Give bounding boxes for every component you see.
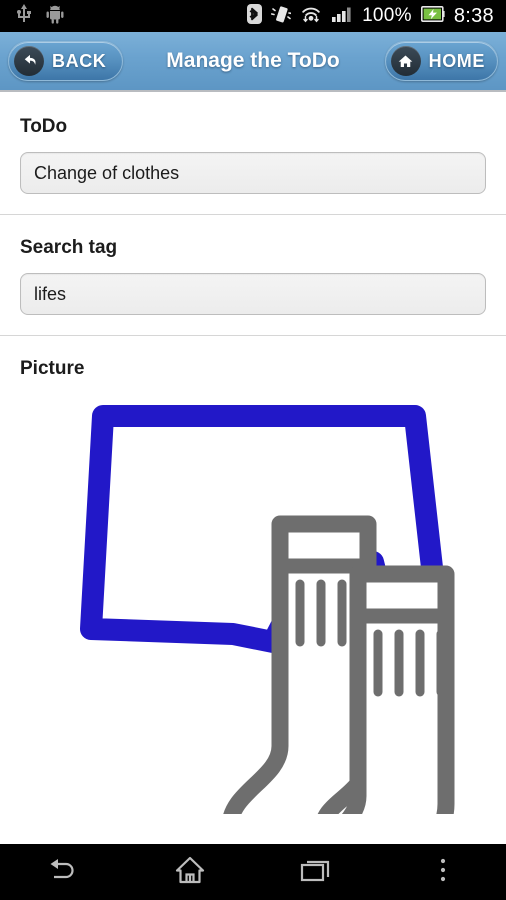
todo-input[interactable]: Change of clothes <box>20 152 486 194</box>
wifi-icon <box>300 4 322 29</box>
search-tag-input[interactable]: lifes <box>20 273 486 315</box>
home-button-label: HOME <box>428 50 485 71</box>
vibrate-icon <box>271 4 292 29</box>
usb-icon <box>16 3 32 29</box>
nav-back-icon <box>46 856 80 889</box>
action-bar: BACK Manage the ToDo HOME <box>0 32 506 92</box>
picture-section: Picture <box>0 336 506 814</box>
nav-recents-icon <box>299 856 333 889</box>
form-content: ToDo Change of clothes Search tag lifes … <box>0 94 506 844</box>
todo-label: ToDo <box>20 116 68 137</box>
search-tag-section: Search tag lifes <box>0 215 506 335</box>
battery-charging-icon <box>420 5 445 27</box>
app-screen: 100% 8:38 BACK Manage the ToDo HOME ToDo… <box>0 0 506 900</box>
picture-label: Picture <box>20 358 85 379</box>
nav-home-button[interactable] <box>127 844 254 900</box>
clock-label: 8:38 <box>453 4 494 27</box>
home-button[interactable]: HOME <box>384 41 498 81</box>
clothes-illustration <box>80 405 455 814</box>
undo-arrow-icon <box>14 46 44 76</box>
system-nav-bar <box>0 844 506 900</box>
todo-section: ToDo Change of clothes <box>0 94 506 214</box>
status-bar: 100% 8:38 <box>0 0 506 32</box>
house-icon <box>390 46 421 76</box>
signal-icon <box>331 4 353 29</box>
nav-back-button[interactable] <box>0 844 127 900</box>
nav-recents-button[interactable] <box>253 844 380 900</box>
bluetooth-icon <box>247 3 263 29</box>
status-bar-left-icons <box>0 3 64 29</box>
nav-overflow-button[interactable] <box>380 844 506 900</box>
status-bar-right-icons: 100% 8:38 <box>247 3 506 29</box>
back-button-label: BACK <box>52 50 107 71</box>
battery-percent-label: 100% <box>362 5 412 26</box>
nav-home-icon <box>174 855 206 890</box>
search-tag-label: Search tag <box>20 237 118 258</box>
nav-overflow-icon <box>439 856 447 889</box>
picture-container[interactable] <box>20 394 486 814</box>
back-button[interactable]: BACK <box>8 41 124 81</box>
android-debug-icon <box>46 4 64 29</box>
